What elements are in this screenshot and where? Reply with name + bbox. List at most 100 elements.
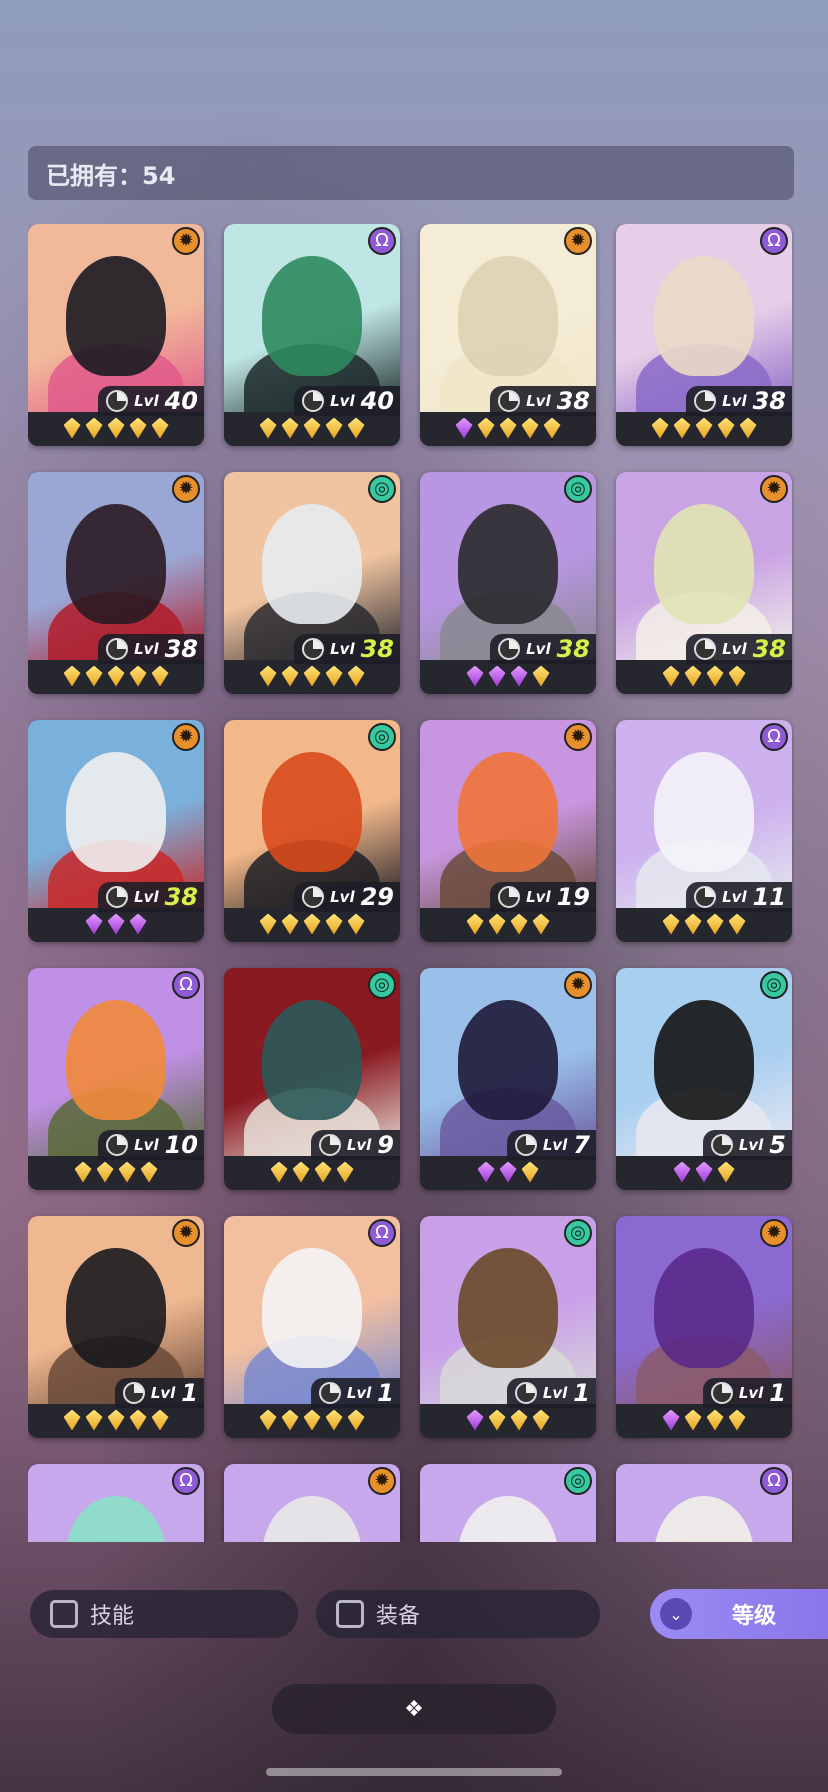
gold-gem-icon: [532, 913, 550, 935]
skill-progress-icon: [302, 638, 325, 660]
hero-card[interactable]: ◎ Lvl 5: [616, 968, 792, 1190]
gold-gem-icon: [662, 665, 680, 687]
purple-gem-icon: [673, 1161, 691, 1183]
star-rating: [616, 662, 792, 690]
collapse-menu-button[interactable]: ❖: [272, 1684, 556, 1734]
star-rating: [616, 1406, 792, 1434]
filter-equip-toggle[interactable]: 装备: [316, 1590, 600, 1638]
level-value: 1: [181, 1379, 198, 1407]
filter-equip-label: 装备: [376, 1604, 421, 1629]
skill-progress-icon: [514, 1382, 537, 1404]
gold-gem-icon: [521, 417, 539, 439]
hero-hair-shape: [458, 1000, 558, 1120]
hero-card[interactable]: Ω Lvl 1: [224, 1216, 400, 1438]
gold-gem-icon: [96, 1161, 114, 1183]
sun-icon: ✹: [760, 475, 788, 503]
level-value: 38: [556, 635, 590, 663]
purple-gem-icon: [466, 665, 484, 687]
gold-gem-icon: [347, 665, 365, 687]
gold-gem-icon: [281, 665, 299, 687]
hero-card[interactable]: ✹ Lvl 7: [420, 968, 596, 1190]
hero-card[interactable]: Ω: [28, 1464, 204, 1542]
skill-progress-icon: [302, 390, 325, 412]
hero-card[interactable]: ✹ Lvl 40: [28, 224, 204, 446]
owned-count-label: 已拥有：54: [46, 161, 176, 190]
hero-card[interactable]: ◎ Lvl 9: [224, 968, 400, 1190]
level-value: 7: [573, 1131, 590, 1159]
hero-card[interactable]: ✹ Lvl 38: [420, 224, 596, 446]
skill-progress-icon: [106, 390, 129, 412]
hero-card[interactable]: ◎ Lvl 38: [224, 472, 400, 694]
skill-progress-icon: [694, 390, 717, 412]
hero-hair-shape: [66, 1496, 166, 1542]
hero-card[interactable]: ✹ Lvl 1: [616, 1216, 792, 1438]
hero-card[interactable]: ✹: [224, 1464, 400, 1542]
sun-icon: ✹: [564, 227, 592, 255]
gold-gem-icon: [532, 1409, 550, 1431]
skill-progress-icon: [106, 638, 129, 660]
hero-hair-shape: [654, 752, 754, 872]
level-value: 38: [752, 635, 786, 663]
hero-card[interactable]: ✹ Lvl 1: [28, 1216, 204, 1438]
hero-card[interactable]: ✹ Lvl 38: [616, 472, 792, 694]
diamond-cluster-icon: ❖: [404, 1696, 424, 1722]
double-chevron-down-icon: ⌄: [660, 1598, 692, 1630]
filter-skill-toggle[interactable]: 技能: [30, 1590, 298, 1638]
sun-icon: ✹: [172, 1219, 200, 1247]
purple-gem-icon: [488, 665, 506, 687]
hero-hair-shape: [66, 1248, 166, 1368]
gold-gem-icon: [521, 1161, 539, 1183]
level-prefix: Lvl: [346, 1136, 372, 1154]
hero-card[interactable]: ✹ Lvl 19: [420, 720, 596, 942]
omega-icon: Ω: [760, 227, 788, 255]
star-rating: [28, 1406, 204, 1434]
star-rating: [616, 414, 792, 442]
level-value: 29: [360, 883, 394, 911]
level-value: 5: [769, 1131, 786, 1159]
hero-hair-shape: [262, 256, 362, 376]
sort-by-level-button[interactable]: ⌄ 等级: [650, 1589, 828, 1639]
hero-card[interactable]: Ω Lvl 10: [28, 968, 204, 1190]
level-prefix: Lvl: [134, 1136, 159, 1154]
sun-icon: ✹: [564, 971, 592, 999]
level-prefix: Lvl: [542, 1136, 568, 1154]
gold-gem-icon: [695, 417, 713, 439]
hero-card[interactable]: ◎ Lvl 38: [420, 472, 596, 694]
level-value: 38: [360, 635, 394, 663]
gold-gem-icon: [728, 665, 746, 687]
level-prefix: Lvl: [330, 392, 355, 410]
checkbox-icon[interactable]: [336, 1600, 364, 1628]
filter-skill-label: 技能: [90, 1604, 135, 1629]
hero-card[interactable]: Ω: [616, 1464, 792, 1542]
level-value: 38: [164, 883, 198, 911]
hero-card[interactable]: ✹ Lvl 38: [28, 720, 204, 942]
checkbox-icon[interactable]: [50, 1600, 78, 1628]
hero-card[interactable]: Ω Lvl 38: [616, 224, 792, 446]
gold-gem-icon: [532, 665, 550, 687]
gold-gem-icon: [706, 1409, 724, 1431]
level-prefix: Lvl: [330, 888, 355, 906]
hero-grid-viewport[interactable]: ✹ Lvl 40 Ω Lvl 40 ✹ Lvl 38 Ω Lvl 38 ✹ Lvl 38 ◎ Lvl 38 ◎ Lvl…: [28, 224, 794, 1542]
star-rating: [28, 1158, 204, 1186]
gold-gem-icon: [292, 1161, 310, 1183]
hero-card[interactable]: ✹ Lvl 38: [28, 472, 204, 694]
hero-card[interactable]: Ω Lvl 11: [616, 720, 792, 942]
level-badge: Lvl 38: [98, 882, 204, 912]
level-value: 9: [377, 1131, 394, 1159]
hero-card[interactable]: ◎: [420, 1464, 596, 1542]
hero-hair-shape: [66, 504, 166, 624]
level-value: 1: [573, 1379, 590, 1407]
gold-gem-icon: [651, 417, 669, 439]
gold-gem-icon: [259, 913, 277, 935]
level-badge: Lvl 29: [294, 882, 400, 912]
hero-card[interactable]: ◎ Lvl 1: [420, 1216, 596, 1438]
omega-icon: Ω: [760, 1467, 788, 1495]
hero-hair-shape: [458, 1248, 558, 1368]
hero-hair-shape: [654, 1248, 754, 1368]
hero-hair-shape: [654, 256, 754, 376]
hero-card[interactable]: ◎ Lvl 29: [224, 720, 400, 942]
hero-card[interactable]: Ω Lvl 40: [224, 224, 400, 446]
skill-progress-icon: [106, 886, 129, 908]
skill-progress-icon: [514, 1134, 537, 1156]
level-prefix: Lvl: [722, 640, 747, 658]
